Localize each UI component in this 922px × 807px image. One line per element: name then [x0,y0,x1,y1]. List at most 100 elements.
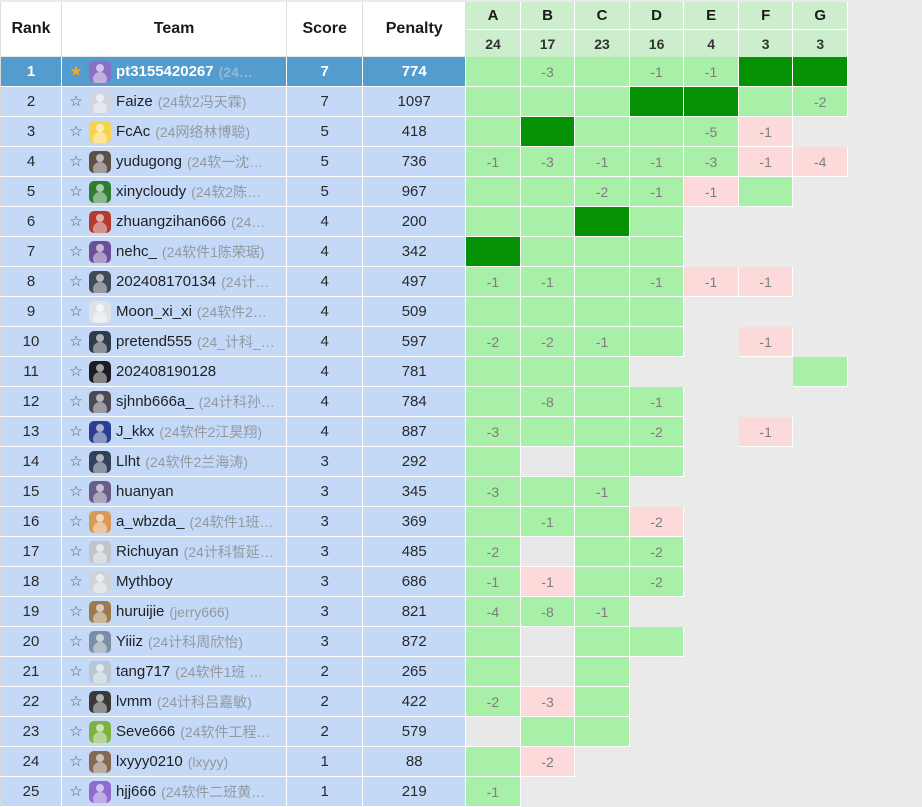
problem-cell-f[interactable]: -1 [738,117,794,147]
problem-cell-c[interactable] [575,267,630,297]
star-outline-icon[interactable]: ☆ [68,94,84,109]
problem-cell-d[interactable] [629,327,685,357]
problem-cell-b[interactable] [520,537,576,567]
problem-cell-f[interactable]: -1 [738,327,794,357]
problem-cell-b[interactable]: -3 [520,147,576,177]
star-outline-icon[interactable]: ☆ [68,484,84,499]
star-outline-icon[interactable]: ☆ [68,784,84,799]
problem-cell-c[interactable] [575,447,630,477]
problem-cell-d[interactable]: -1 [629,267,685,297]
problem-cell-c[interactable]: -1 [575,147,630,177]
problem-cell-a[interactable]: -1 [466,267,521,297]
team-cell[interactable]: ☆ FcAc (24网络林博聪) [62,117,288,147]
problem-cell-c[interactable] [575,357,630,387]
problem-cell-a[interactable] [466,87,521,117]
column-header-rank[interactable]: Rank [0,2,63,57]
problem-cell-a[interactable]: -4 [466,597,521,627]
table-row[interactable]: 4 ☆ yudugong (24软一沈… 5 736 -1 -3 -1 -1 -3 -1 -4 [0,147,848,177]
team-cell[interactable]: ☆ lvmm (24计科吕嘉敏) [62,687,288,717]
problem-cell-c[interactable]: -1 [575,477,630,507]
problem-cell-d[interactable]: -2 [629,417,685,447]
problem-cell-f[interactable]: -1 [738,417,794,447]
star-outline-icon[interactable]: ☆ [68,274,84,289]
problem-cell-b[interactable] [520,357,576,387]
problem-cell-a[interactable]: -1 [466,567,521,597]
problem-cell-b[interactable] [520,207,576,237]
star-outline-icon[interactable]: ☆ [68,394,84,409]
team-cell[interactable]: ☆ a_wbzda_ (24软件1班… [62,507,288,537]
problem-cell-c[interactable] [575,687,630,717]
problem-cell-c[interactable] [575,387,630,417]
star-outline-icon[interactable]: ☆ [68,694,84,709]
problem-cell-a[interactable] [466,207,521,237]
star-filled-icon[interactable]: ★ [68,64,84,79]
problem-cell-e[interactable]: -5 [684,117,739,147]
problem-header-b[interactable]: B [520,2,576,30]
problem-cell-b[interactable]: -2 [520,747,576,777]
table-row[interactable]: 6 ☆ zhuangzihan666 (24… 4 200 [0,207,848,237]
table-row[interactable]: 13 ☆ J_kkx (24软件2江昊翔) 4 887 -3 -2 -1 [0,417,848,447]
problem-cell-c[interactable]: -1 [575,597,630,627]
problem-cell-c[interactable] [575,207,630,237]
table-row[interactable]: 19 ☆ huruijie (jerry666) 3 821 -4 -8 -1 [0,597,848,627]
problem-cell-b[interactable]: -1 [520,567,576,597]
problem-cell-a[interactable]: -3 [466,477,521,507]
column-header-penalty[interactable]: Penalty [363,2,467,57]
table-row[interactable]: 8 ☆ 202408170134 (24计… 4 497 -1 -1 -1 -1 -1 [0,267,848,297]
problem-header-g[interactable]: G [793,2,848,30]
problem-cell-b[interactable] [520,297,576,327]
team-cell[interactable]: ☆ Richuyan (24计科皙延… [62,537,288,567]
problem-cell-a[interactable] [466,747,521,777]
table-row[interactable]: 16 ☆ a_wbzda_ (24软件1班… 3 369 -1 -2 [0,507,848,537]
problem-cell-c[interactable] [575,297,630,327]
star-outline-icon[interactable]: ☆ [68,244,84,259]
table-row[interactable]: 14 ☆ Llht (24软件2兰海涛) 3 292 [0,447,848,477]
team-cell[interactable]: ☆ Mythboy [62,567,288,597]
problem-cell-b[interactable] [520,177,576,207]
table-row[interactable]: 2 ☆ Faize (24软2冯天霖) 7 1097 -2 [0,87,848,117]
problem-cell-g[interactable]: -2 [793,87,848,117]
team-cell[interactable]: ★ pt3155420267 (24… [62,57,288,87]
table-row[interactable]: 23 ☆ Seve666 (24软件工程… 2 579 [0,717,848,747]
table-row[interactable]: 5 ☆ xinycloudy (24软2陈… 5 967 -2 -1 -1 [0,177,848,207]
problem-cell-b[interactable] [520,117,576,147]
problem-cell-a[interactable] [466,387,521,417]
table-row[interactable]: 3 ☆ FcAc (24网络林博聪) 5 418 -5 -1 [0,117,848,147]
star-outline-icon[interactable]: ☆ [68,574,84,589]
problem-cell-a[interactable]: -2 [466,687,521,717]
star-outline-icon[interactable]: ☆ [68,154,84,169]
star-outline-icon[interactable]: ☆ [68,214,84,229]
problem-cell-a[interactable] [466,627,521,657]
table-row[interactable]: 17 ☆ Richuyan (24计科皙延… 3 485 -2 -2 [0,537,848,567]
problem-cell-a[interactable]: -2 [466,537,521,567]
problem-cell-c[interactable] [575,87,630,117]
problem-cell-c[interactable] [575,657,630,687]
problem-cell-d[interactable] [629,87,685,117]
column-header-team[interactable]: Team [62,2,288,57]
problem-cell-e[interactable]: -1 [684,267,739,297]
table-row[interactable]: 7 ☆ nehc_ (24软件1陈荣琚) 4 342 [0,237,848,267]
table-row[interactable]: 20 ☆ Yiiiz (24计科周欣怡) 3 872 [0,627,848,657]
problem-cell-a[interactable] [466,717,521,747]
problem-cell-d[interactable] [629,117,685,147]
team-cell[interactable]: ☆ zhuangzihan666 (24… [62,207,288,237]
table-row[interactable]: 9 ☆ Moon_xi_xi (24软件2… 4 509 [0,297,848,327]
star-outline-icon[interactable]: ☆ [68,604,84,619]
problem-cell-d[interactable]: -1 [629,147,685,177]
problem-cell-a[interactable] [466,507,521,537]
problem-cell-a[interactable]: -1 [466,777,521,807]
team-cell[interactable]: ☆ 202408190128 [62,357,288,387]
problem-cell-e[interactable]: -1 [684,57,739,87]
problem-cell-e[interactable] [684,87,739,117]
problem-cell-b[interactable]: -1 [520,267,576,297]
problem-cell-g[interactable] [793,357,848,387]
problem-cell-a[interactable] [466,357,521,387]
team-cell[interactable]: ☆ pretend555 (24_计科_… [62,327,288,357]
team-cell[interactable]: ☆ sjhnb666a_ (24计科孙… [62,387,288,417]
team-cell[interactable]: ☆ nehc_ (24软件1陈荣琚) [62,237,288,267]
problem-cell-b[interactable]: -8 [520,597,576,627]
problem-cell-b[interactable] [520,447,576,477]
problem-cell-a[interactable]: -1 [466,147,521,177]
problem-cell-c[interactable] [575,567,630,597]
team-cell[interactable]: ☆ huanyan [62,477,288,507]
